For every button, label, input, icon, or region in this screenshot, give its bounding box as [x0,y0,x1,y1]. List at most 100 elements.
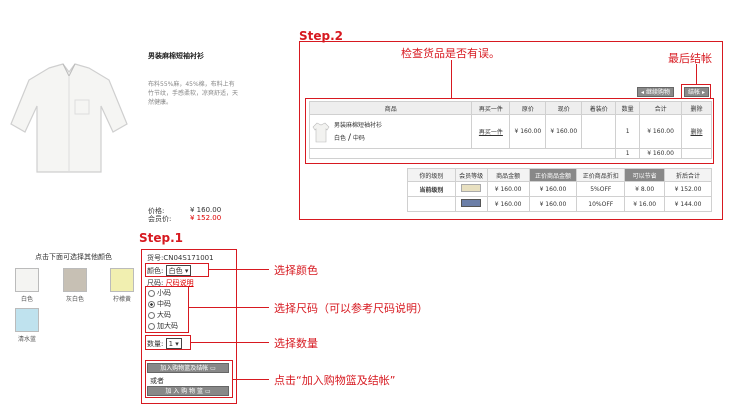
pointer-line [233,379,269,380]
level-header: 商品金额 [486,168,530,182]
pointer-line [451,60,452,98]
checkout-button[interactable]: 结帐 ▸ [684,87,709,97]
color-swatch-blue[interactable] [15,308,39,332]
qty-highlight [145,335,191,350]
level-save: ¥ 16.00 [624,196,666,212]
color-swatch-label: 柠檬黄 [112,296,131,303]
pointer-line [189,307,269,308]
product-price: ¥ 160.00 [190,206,222,214]
member-card-icon [461,184,482,192]
cart-header: 再买一件 [471,101,511,115]
annotation-click-add: 点击“加入购物篮及结帐” [274,374,396,387]
level-header: 会员等级 [454,168,488,182]
cart-item-slash: / [347,133,351,143]
level-final: ¥ 152.00 [664,181,712,197]
buy-again-link[interactable]: 再买一件 [471,114,511,149]
button-label: 继续购物 [645,89,670,96]
cart-header: 现价 [545,101,583,115]
annotation-choose-qty: 选择数量 [274,337,318,350]
cart-header: 删除 [681,101,712,115]
cart-table: 商品 再买一件 原价 现价 着装价 数量 合计 删除 男装麻棉短袖衬衫 白色 /… [308,101,712,159]
button-label: 加入购物篮及结帐 [160,365,209,372]
summary-total: ¥ 160.00 [639,148,683,159]
pointer-line [191,342,269,343]
size-option-large[interactable]: 大码 [148,310,178,321]
cart-item-now-price: ¥ 160.00 [545,114,583,149]
arrow-left-icon: ◂ [641,89,645,96]
shirt-thumbnail [312,122,330,142]
add-and-checkout-button[interactable]: 加入购物篮及结帐 ▭ [147,363,229,373]
color-swatch-label: 灰白色 [65,296,84,303]
level-header: 你的级别 [407,168,456,182]
size-option-small[interactable]: 小码 [148,288,178,299]
shirt-image [10,63,128,173]
color-swatch-white[interactable] [15,268,39,292]
or-text: 或者 [150,377,164,385]
cart-header: 合计 [639,101,683,115]
color-choose-header: 点击下面可选择其他颜色 [35,253,112,261]
pointer-line [696,64,697,84]
product-description: 布料55%麻，45%棉，布料上有竹节纹，手感柔软，凉爽舒适，天然健康。 [148,81,239,106]
level-full-amount: ¥ 160.00 [528,181,578,197]
cart-item-total: ¥ 160.00 [639,114,683,149]
cart-item-orig-price: ¥ 160.00 [509,114,547,149]
level-discount: 5%OFF [576,181,626,197]
color-swatch-yellow[interactable] [110,268,134,292]
table-row: 1 ¥ 160.00 [308,148,712,159]
delete-link[interactable]: 删除 [681,114,712,149]
cart-header: 数量 [615,101,641,115]
button-label: 加 入 购 物 篮 [165,388,204,395]
cart-header: 原价 [509,101,547,115]
level-header: 正价商品金额 [528,168,578,182]
continue-shopping-button[interactable]: ◂ 继续购物 [637,87,674,97]
color-swatch-label: 清水蓝 [17,336,36,343]
annotation-check-goods: 检查货品是否有误。 [401,47,500,60]
cart-header: 着装价 [581,101,617,115]
sku-text: 货号:CN04S171001 [147,254,214,262]
product-name: 男装麻棉短袖衬衫 [148,52,204,60]
member-price: ¥ 152.00 [190,214,222,222]
level-amount: ¥ 160.00 [486,181,530,197]
radio-icon [148,289,155,297]
cart-item-outfit-price [581,114,617,149]
radio-icon [148,311,155,319]
table-row: 当前级别 ¥ 160.00 ¥ 160.00 5%OFF ¥ 8.00 ¥ 15… [407,181,712,197]
level-current: 当前级别 [407,181,456,197]
annotation-final-checkout: 最后结帐 [668,52,712,65]
step1-title: Step.1 [139,231,184,245]
member-price-label: 会员价: [148,215,172,223]
level-amount: ¥ 160.00 [486,196,530,212]
color-highlight [145,263,209,277]
radio-selected-icon [148,300,155,308]
size-option-medium[interactable]: 中码 [148,299,178,310]
level-final: ¥ 144.00 [664,196,712,212]
color-swatch-label: 白色 [20,296,33,303]
size-option-label: 大码 [157,311,171,319]
card-icon: ▭ [210,365,216,372]
cart-item-qty: 1 [615,114,641,149]
pointer-line [209,269,269,270]
level-name [407,196,456,212]
level-save: ¥ 8.00 [624,181,666,197]
level-table: 你的级别 会员等级 商品金额 正价商品金额 正价商品折扣 可以节省 折后合计 当… [407,168,712,212]
card-icon: ▭ [204,388,211,395]
level-header: 正价商品折扣 [576,168,626,182]
size-option-label: 中码 [157,300,171,308]
cart-header: 商品 [308,101,473,115]
add-to-basket-button[interactable]: 加 入 购 物 篮 ▭ [147,386,229,396]
level-header: 可以节省 [624,168,666,182]
level-discount: 10%OFF [576,196,626,212]
size-option-label: 小码 [157,289,171,297]
cart-item-size: 中码 [352,135,365,142]
table-row: ¥ 160.00 ¥ 160.00 10%OFF ¥ 16.00 ¥ 144.0… [407,196,712,212]
cart-item-color: 白色 [334,135,347,142]
member-card-icon [461,199,482,207]
color-swatch-greywhite[interactable] [63,268,87,292]
cart-item-name: 男装麻棉短袖衬衫 [334,122,383,129]
annotation-choose-size: 选择尺码（可以参考尺码说明） [274,302,428,315]
summary-qty: 1 [615,148,641,159]
arrow-right-icon: ▸ [701,89,705,96]
level-header: 折后合计 [664,168,712,182]
size-option-xlarge[interactable]: 加大码 [148,321,178,332]
annotation-choose-color: 选择颜色 [274,264,318,277]
